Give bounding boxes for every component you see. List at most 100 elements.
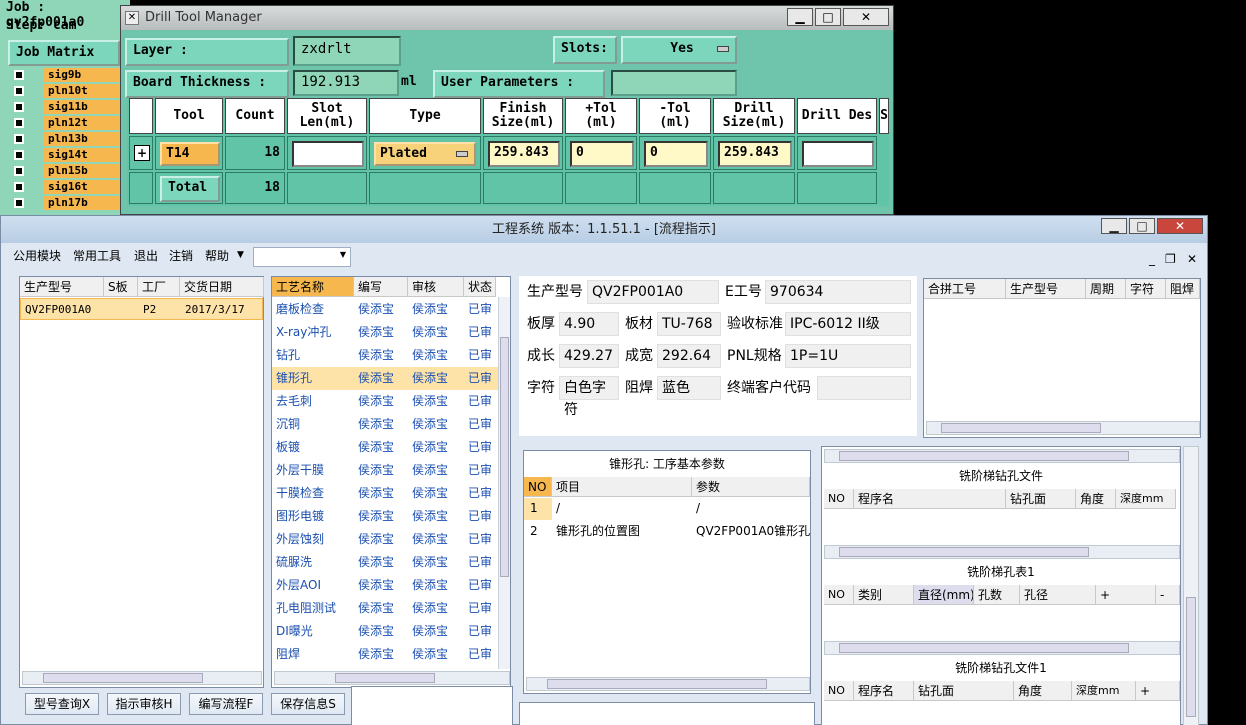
table-row[interactable]: 磨板检查 侯添宝 侯添宝 已审 (272, 298, 498, 321)
save-info-button[interactable]: 保存信息S (271, 693, 345, 715)
col-item: 项目 (552, 477, 692, 497)
menu-tools[interactable]: 常用工具 (73, 247, 121, 264)
checkbox[interactable] (14, 134, 24, 144)
table-row[interactable]: QV2FP001A0 P2 2017/3/17 (20, 298, 263, 320)
table-row[interactable]: 沉铜 侯添宝 侯添宝 已审 (272, 413, 498, 436)
layer-row[interactable]: sig11b (10, 100, 126, 114)
layer-row[interactable]: pln10t (10, 84, 126, 98)
minimize-button[interactable]: ▁ (1101, 218, 1127, 234)
checkbox[interactable] (14, 70, 24, 80)
table-row[interactable]: 外层干膜 侯添宝 侯添宝 已审 (272, 459, 498, 482)
table-row[interactable]: 板镀 侯添宝 侯添宝 已审 (272, 436, 498, 459)
checkbox[interactable] (14, 182, 24, 192)
table-row[interactable]: 去毛刺 侯添宝 侯添宝 已审 (272, 390, 498, 413)
row2-item[interactable]: 锥形孔的位置图 (556, 520, 640, 543)
maximize-button[interactable]: □ (815, 8, 841, 26)
model-query-button[interactable]: 型号查询X (25, 693, 99, 715)
minimize-button[interactable]: ▁ (787, 8, 813, 26)
menu-exit[interactable]: 退出 (134, 247, 158, 264)
horizontal-scrollbar[interactable] (824, 641, 1180, 655)
layer-field[interactable]: zxdrlt (293, 36, 401, 66)
close-button[interactable]: ✕ (843, 8, 889, 26)
mdi-close-icon[interactable]: ✕ (1187, 252, 1197, 266)
toolbar-combo[interactable]: ▼ (253, 247, 351, 267)
checkbox[interactable] (14, 118, 24, 128)
col-combo-cycle: 周期 (1086, 279, 1126, 299)
user-parameters-button[interactable]: User Parameters : (433, 70, 605, 98)
row1-item[interactable]: / (556, 497, 560, 520)
status-cell: 已审 (468, 394, 493, 408)
board-thickness-field[interactable]: 192.913 (293, 70, 399, 96)
process-name-cell: 干膜检查 (276, 486, 325, 500)
table-row[interactable]: 硫脲洗 侯添宝 侯添宝 已审 (272, 551, 498, 574)
review-button[interactable]: 指示审核H (107, 693, 181, 715)
layer-row[interactable]: pln12t (10, 116, 126, 130)
count-cell: 18 (225, 136, 285, 170)
menu-public[interactable]: 公用模块 (13, 247, 61, 264)
standard-label: 验收标准 (727, 316, 783, 332)
table-row[interactable]: 阻焊 侯添宝 侯添宝 已审 (272, 643, 498, 666)
checkbox[interactable] (14, 150, 24, 160)
reviewer-cell: 侯添宝 (412, 555, 449, 569)
vertical-scrollbar[interactable] (498, 297, 510, 669)
expand-icon[interactable]: + (134, 145, 150, 161)
chevron-down-icon[interactable]: ▼ (237, 250, 244, 260)
table-row[interactable]: 钻孔 侯添宝 侯添宝 已审 (272, 344, 498, 367)
maximize-button[interactable]: □ (1129, 218, 1155, 234)
checkbox[interactable] (14, 166, 24, 176)
table-row[interactable]: DI曝光 侯添宝 侯添宝 已审 (272, 620, 498, 643)
reviewer-cell: 侯添宝 (412, 624, 449, 638)
table-row[interactable]: 外层蚀刻 侯添宝 侯添宝 已审 (272, 528, 498, 551)
horizontal-scrollbar[interactable] (824, 545, 1180, 559)
author-cell: 侯添宝 (358, 509, 395, 523)
checkbox[interactable] (14, 198, 24, 208)
close-button[interactable]: ✕ (1157, 218, 1203, 234)
job-matrix-button[interactable]: Job Matrix (8, 40, 120, 66)
checkbox[interactable] (14, 86, 24, 96)
col-angle: 角度 (1076, 489, 1116, 509)
table-row[interactable]: X-ray冲孔 侯添宝 侯添宝 已审 (272, 321, 498, 344)
total-button[interactable]: Total (160, 176, 220, 202)
author-cell: 侯添宝 (358, 532, 395, 546)
horizontal-scrollbar[interactable] (274, 671, 510, 685)
type-dropdown[interactable]: Plated (374, 142, 476, 166)
tool-button[interactable]: T14 (160, 142, 220, 166)
table-row[interactable]: 锥形孔 侯添宝 侯添宝 已审 (272, 367, 498, 390)
horizontal-scrollbar[interactable] (526, 677, 810, 691)
layer-row[interactable]: sig9b (10, 68, 126, 82)
params-title: 锥形孔: 工序基本参数 (609, 457, 725, 471)
status-cell: 已审 (468, 509, 493, 523)
menu-help[interactable]: 帮助 (205, 247, 229, 264)
checkbox[interactable] (14, 102, 24, 112)
layer-row[interactable]: pln13b (10, 132, 126, 146)
edit-flow-button[interactable]: 编写流程F (189, 693, 263, 715)
horizontal-scrollbar[interactable] (824, 449, 1180, 463)
horizontal-scrollbar[interactable] (22, 671, 262, 685)
row1-param[interactable]: / (696, 497, 700, 520)
mdi-restore-icon[interactable]: ❐ (1165, 252, 1176, 266)
plus-tol-input[interactable]: 0 (570, 141, 634, 167)
slots-dropdown[interactable]: Yes (621, 36, 737, 64)
table-row[interactable]: 干膜检查 侯添宝 侯添宝 已审 (272, 482, 498, 505)
drill-size-input[interactable]: 259.843 (718, 141, 792, 167)
table-row[interactable]: 外层AOI 侯添宝 侯添宝 已审 (272, 574, 498, 597)
horizontal-scrollbar[interactable] (926, 421, 1200, 435)
remove-button[interactable]: - (1156, 585, 1180, 605)
user-parameters-field[interactable] (611, 70, 737, 96)
finish-size-input[interactable]: 259.843 (488, 141, 560, 167)
add-button[interactable]: + (1136, 681, 1180, 701)
menu-logout[interactable]: 注销 (169, 247, 193, 264)
add-button[interactable]: + (1096, 585, 1156, 605)
mdi-minimize-icon[interactable]: _ (1149, 252, 1155, 266)
row2-param[interactable]: QV2FP001A0锥形孔位 (696, 520, 810, 543)
drill-des-input[interactable] (802, 141, 874, 167)
slot-len-input[interactable] (292, 141, 364, 167)
layer-row[interactable]: sig14t (10, 148, 126, 162)
table-row[interactable]: 孔电阻测试 侯添宝 侯添宝 已审 (272, 597, 498, 620)
layer-row[interactable]: pln17b (10, 196, 126, 210)
vertical-scrollbar[interactable] (1183, 446, 1199, 725)
layer-row[interactable]: pln15b (10, 164, 126, 178)
table-row[interactable]: 图形电镀 侯添宝 侯添宝 已审 (272, 505, 498, 528)
layer-row[interactable]: sig16t (10, 180, 126, 194)
minus-tol-input[interactable]: 0 (644, 141, 708, 167)
